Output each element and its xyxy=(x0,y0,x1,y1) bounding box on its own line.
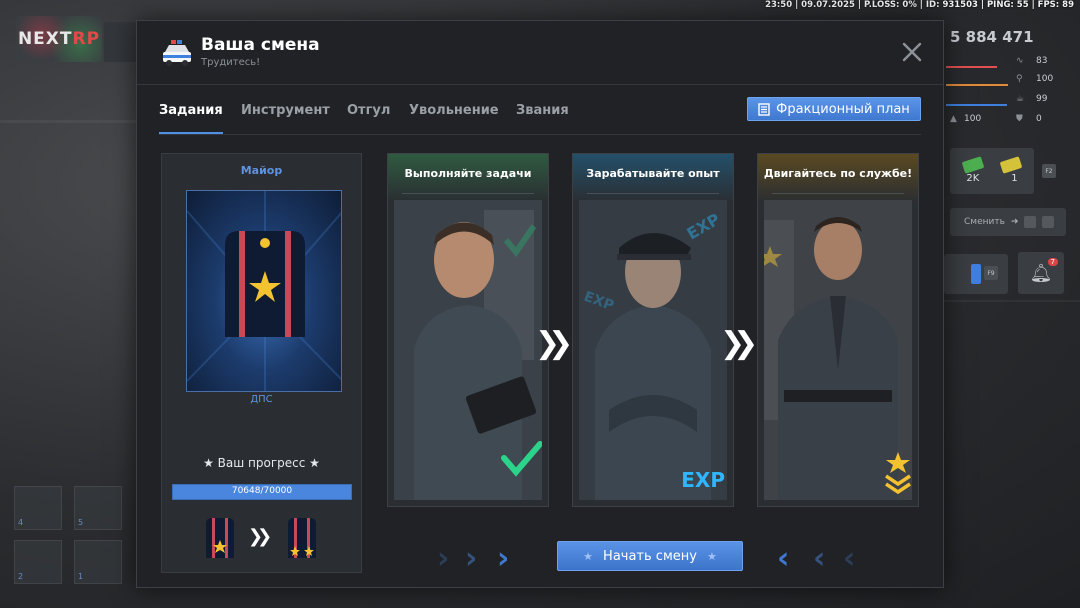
tab-ranks[interactable]: Звания xyxy=(516,101,569,133)
water-icon: ☕ xyxy=(1016,94,1025,104)
food-bar xyxy=(946,84,1008,86)
water-bar xyxy=(946,104,1008,106)
server-logo: NEXT RP xyxy=(16,16,102,62)
stat-value: 100 xyxy=(1036,74,1054,84)
backdrop-detail xyxy=(944,300,1080,302)
epaulette-icon xyxy=(187,191,341,391)
step-title: Выполняйте задачи xyxy=(388,154,548,194)
backdrop-detail xyxy=(0,120,136,123)
logo-accent: RP xyxy=(72,29,101,49)
progress-label: ★ Ваш прогресс ★ xyxy=(203,456,320,470)
notification-badge: 7 xyxy=(1047,258,1058,266)
activity-icon: ∿ xyxy=(1016,56,1024,66)
police-car-icon xyxy=(163,40,191,66)
modal-subtitle: Трудитесь! xyxy=(201,57,261,68)
step-card-experience: Зарабатывайте опыт EXP EXP EXP xyxy=(572,153,734,507)
officer-tablet-image xyxy=(394,200,542,500)
armor-icon: ⛊ xyxy=(1016,114,1023,124)
status-line: 23:50 | 09.07.2025 | P.LOSS: 0% | ID: 93… xyxy=(765,0,1074,10)
stat-left-value: 100 xyxy=(964,114,982,124)
food-icon: ⚲ xyxy=(1016,74,1023,84)
inventory-slot[interactable]: 5 xyxy=(74,486,122,530)
stat-value: 0 xyxy=(1036,114,1042,124)
money-counter: 5 884 471 xyxy=(950,28,1034,46)
phone-panel xyxy=(944,254,1008,294)
star-icon: ★ xyxy=(706,549,717,563)
step-card-tasks: Выполняйте задачи xyxy=(387,153,549,507)
step-title: Двигайтесь по службе! xyxy=(758,154,918,194)
chevron-right-icon: › xyxy=(497,541,510,576)
tab-tools[interactable]: Инструмент xyxy=(241,101,330,133)
arrow-right-icon: ➜ xyxy=(1010,217,1019,227)
logo-text: NEXT xyxy=(17,29,73,49)
stat-food: ⚲ 100 xyxy=(946,74,1066,88)
chevron-left-icon: ‹ xyxy=(843,541,856,576)
officer-promotion-image xyxy=(764,200,912,500)
step-title: Зарабатывайте опыт xyxy=(573,154,733,194)
stat-value: 99 xyxy=(1036,94,1048,104)
star-icon: ★ xyxy=(583,549,594,563)
stat-water: ☕ 99 xyxy=(946,94,1066,108)
chevron-right-icon: › xyxy=(465,541,478,576)
cash-panel: 2K 1 xyxy=(950,148,1034,194)
inventory-slot[interactable]: 4 xyxy=(14,486,62,530)
progress-text: 70648/70000 xyxy=(231,486,293,496)
key-x xyxy=(1024,216,1037,228)
modal-header: Ваша смена Трудитесь! xyxy=(137,21,943,85)
tab-day-off[interactable]: Отгул xyxy=(347,101,390,133)
step-arrow-icon: ❯❯ xyxy=(535,326,573,361)
rank-card: Майор ДПС ★ Ваш прогресс ★ 70648/70000 ❯… xyxy=(161,153,362,573)
current-rank-icon xyxy=(206,518,234,558)
stat-value: 83 xyxy=(1036,56,1048,66)
rank-title: Майор xyxy=(240,164,283,177)
inventory-slot[interactable]: 2 xyxy=(14,540,62,584)
key-f9: F9 xyxy=(984,266,998,280)
rank-progress-bar: 70648/70000 xyxy=(172,484,352,500)
department-label: ДПС xyxy=(250,394,273,405)
faction-plan-button[interactable]: Фракционный план xyxy=(747,97,921,121)
inventory-slot[interactable]: 1 xyxy=(74,540,122,584)
stat-armor: ▲ 100 ⛊ 0 xyxy=(946,114,1066,128)
faction-plan-label: Фракционный план xyxy=(776,101,910,117)
step-arrow-icon: ❯❯ xyxy=(720,326,758,361)
cash-icon xyxy=(961,155,985,174)
clipboard-icon xyxy=(758,102,770,116)
key-f2: F2 xyxy=(1042,164,1056,178)
modal-title: Ваша смена xyxy=(201,35,320,55)
key-y xyxy=(1042,216,1055,228)
chevron-right-icon: › xyxy=(437,541,450,576)
tab-tasks[interactable]: Задания xyxy=(159,101,223,134)
close-icon[interactable] xyxy=(901,41,923,63)
logo-side-panel xyxy=(104,22,140,62)
stat-health: ∿ 83 xyxy=(946,56,1066,70)
change-panel[interactable]: Сменить ➜ xyxy=(950,208,1066,236)
notification-button[interactable]: 🔔︎ 7 xyxy=(1018,252,1064,294)
rank-insignia-image xyxy=(186,190,342,392)
double-chevron-icon: ❯❯ xyxy=(248,526,272,547)
phone-icon xyxy=(971,264,981,284)
chevron-left-icon: ‹ xyxy=(777,541,790,576)
officer-cap-image: EXP EXP xyxy=(579,200,727,500)
bill-count: 1 xyxy=(1011,172,1018,184)
bill-icon xyxy=(999,155,1023,174)
next-rank-icon xyxy=(288,518,316,558)
tab-resignation[interactable]: Увольнение xyxy=(409,101,499,133)
cash-count: 2K xyxy=(966,172,980,184)
shift-modal: Ваша смена Трудитесь! Задания Инструмент… xyxy=(136,20,944,588)
step-card-promotion: Двигайтесь по службе! xyxy=(757,153,919,507)
start-shift-button[interactable]: ★ Начать смену ★ xyxy=(557,541,743,571)
start-shift-label: Начать смену xyxy=(603,548,697,564)
change-label: Сменить xyxy=(964,217,1005,227)
run-icon: ▲ xyxy=(950,114,957,124)
bell-icon: 🔔︎ xyxy=(1029,262,1053,284)
chevron-left-icon: ‹ xyxy=(813,541,826,576)
exp-badge: EXP xyxy=(681,468,725,492)
health-bar xyxy=(946,66,998,68)
